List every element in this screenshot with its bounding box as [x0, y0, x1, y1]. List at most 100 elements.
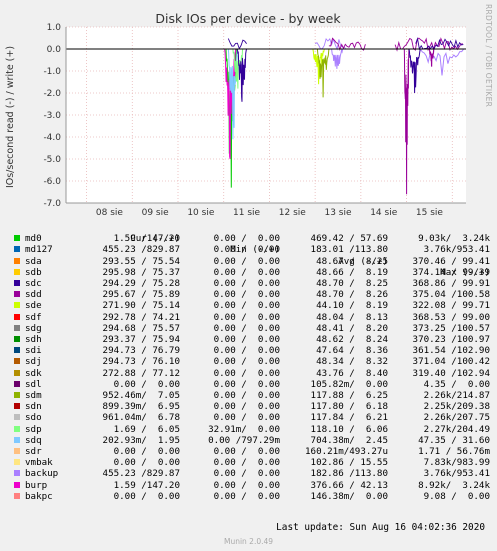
x-tick-label: 15 sie	[416, 208, 444, 218]
legend-max: 2.25k/209.38	[423, 401, 490, 413]
chart-plot: Disk IOs per device - by week IOs/second…	[5, 11, 466, 218]
x-tick-label: 08 sie	[96, 208, 124, 218]
legend-avg: 704.38m/ 2.45	[310, 434, 388, 446]
legend-max: 368.86 / 99.91	[412, 278, 490, 289]
legend-swatch	[14, 336, 20, 342]
y-tick-label: -4.0	[43, 133, 61, 143]
legend-min: 0.00 /797.29m	[208, 434, 280, 446]
legend-name: sdf	[25, 311, 42, 323]
legend-name: sdo	[25, 412, 42, 424]
legend-name: sdp	[25, 423, 42, 435]
legend-name: sdl	[25, 378, 42, 390]
legend-avg: 117.80 / 6.18	[310, 401, 388, 413]
legend-max: 3.76k/953.41	[423, 468, 490, 480]
legend-max: 1.71 / 56.76m	[418, 446, 490, 457]
legend-name: backup	[25, 468, 59, 480]
legend-name: bakpc	[25, 490, 53, 502]
legend-min: 0.00 / 0.00	[213, 255, 280, 267]
legend-swatch	[14, 448, 20, 454]
legend-swatch	[14, 414, 20, 421]
legend-swatch	[14, 380, 20, 387]
legend-avg: 48.70 / 8.26	[316, 289, 388, 301]
legend-max: 7.83k/983.99	[423, 457, 490, 469]
legend-max: 9.03k/ 3.24k	[418, 233, 490, 245]
legend-avg: 47.64 / 8.36	[316, 345, 388, 357]
legend-min: 0.00 / 0.00	[213, 244, 280, 256]
legend-max: 322.08 / 99.71	[412, 300, 490, 312]
legend-min: 0.00 / 0.00	[213, 300, 280, 312]
x-tick-label: 11 sie	[233, 208, 261, 218]
legend-avg: 48.67 / 8.25	[316, 255, 388, 267]
legend-avg: 183.01 /113.80	[310, 244, 388, 256]
rrdtool-credit: RRDTOOL / TOBI OETIKER	[484, 4, 493, 108]
legend-max: 374.14 / 99.39	[412, 266, 490, 278]
legend-min: 0.00 / 0.00	[213, 322, 280, 334]
legend-max: 368.53 / 99.00	[412, 311, 490, 323]
legend-max: 2.26k/207.75	[423, 412, 490, 424]
y-axis-label: IOs/second read (-) / write (+)	[5, 46, 16, 188]
legend-avg: 43.76 / 8.40	[316, 367, 388, 379]
legend-cur: 294.29 / 75.28	[102, 278, 180, 289]
legend-cur: 1.69 / 6.05	[113, 423, 180, 435]
legend-name: md0	[25, 233, 42, 245]
y-tick-label: -6.0	[43, 177, 61, 187]
x-tick-label: 09 sie	[142, 208, 170, 218]
legend-cur: 0.00 / 0.00	[113, 490, 180, 502]
legend-avg: 102.86 / 15.55	[310, 457, 388, 469]
legend-max: 3.76k/953.41	[423, 244, 490, 256]
legend-avg: 105.82m/ 0.00	[310, 378, 388, 390]
last-update: Last update: Sun Aug 16 04:02:36 2020	[276, 522, 485, 533]
legend-min: 0.00 / 0.00	[213, 468, 280, 480]
legend-max: 47.35 / 31.60	[418, 434, 490, 446]
legend-swatch	[14, 425, 20, 432]
y-tick-label: 0.0	[47, 45, 62, 55]
legend-max: 9.08 / 0.00	[423, 490, 490, 502]
legend-cur: 0.00 / 0.00	[113, 457, 180, 469]
legend-min: 0.00 / 0.00	[213, 289, 280, 301]
legend-avg: 48.70 / 8.25	[316, 278, 388, 289]
legend-min: 0.00 / 0.00	[213, 345, 280, 357]
legend-min: 0.00 / 0.00	[213, 233, 280, 245]
legend-min: 0.00 / 0.00	[213, 278, 280, 289]
x-tick-label: 10 sie	[187, 208, 215, 218]
legend-max: 373.25 /100.57	[412, 322, 490, 334]
legend-swatch	[14, 235, 20, 242]
legend-name: sdm	[25, 390, 42, 401]
legend-avg: 160.21m/493.27u	[305, 446, 388, 457]
legend-min: 0.00 / 0.00	[213, 446, 280, 457]
legend-avg: 146.38m/ 0.00	[310, 490, 388, 502]
legend-swatch	[14, 481, 20, 488]
x-tick-label: 13 sie	[324, 208, 352, 218]
y-tick-label: -2.0	[43, 89, 61, 99]
legend-avg: 48.62 / 8.24	[316, 334, 388, 345]
legend-avg: 182.86 /113.80	[310, 468, 388, 480]
legend-name: sdd	[25, 289, 42, 301]
legend-cur: 272.88 / 77.12	[102, 367, 180, 379]
legend-avg: 469.42 / 57.69	[310, 233, 388, 245]
legend-cur: 1.59 /147.20	[113, 233, 180, 245]
legend-name: sdi	[25, 345, 42, 357]
legend-min: 0.00 / 0.00	[213, 311, 280, 323]
legend-swatch	[14, 470, 20, 477]
legend-avg: 48.34 / 8.32	[316, 356, 388, 368]
legend-max: 4.35 / 0.00	[423, 378, 490, 390]
legend-max: 2.26k/214.87	[423, 390, 490, 401]
legend-max: 370.23 /100.97	[412, 334, 490, 345]
y-tick-label: 1.0	[47, 23, 62, 33]
legend-cur: 455.23 /829.87	[102, 244, 180, 256]
legend-avg: 44.10 / 8.19	[316, 300, 388, 312]
y-tick-label: -1.0	[43, 67, 61, 77]
legend-name: sde	[25, 300, 42, 312]
legend-swatch	[14, 403, 20, 410]
legend-cur: 293.37 / 75.94	[102, 334, 180, 345]
legend-name: sdc	[25, 278, 42, 289]
legend-cur: 0.00 / 0.00	[113, 378, 180, 390]
legend-swatch	[14, 392, 20, 398]
legend-name: sdj	[25, 356, 42, 368]
munin-version: Munin 2.0.49	[223, 537, 274, 546]
legend-cur: 294.73 / 76.10	[102, 356, 180, 368]
legend-cur: 0.00 / 0.00	[113, 446, 180, 457]
legend-name: sdr	[25, 446, 42, 457]
legend-cur: 202.93m/ 1.95	[102, 434, 180, 446]
legend-max: 375.04 /100.58	[412, 289, 490, 301]
